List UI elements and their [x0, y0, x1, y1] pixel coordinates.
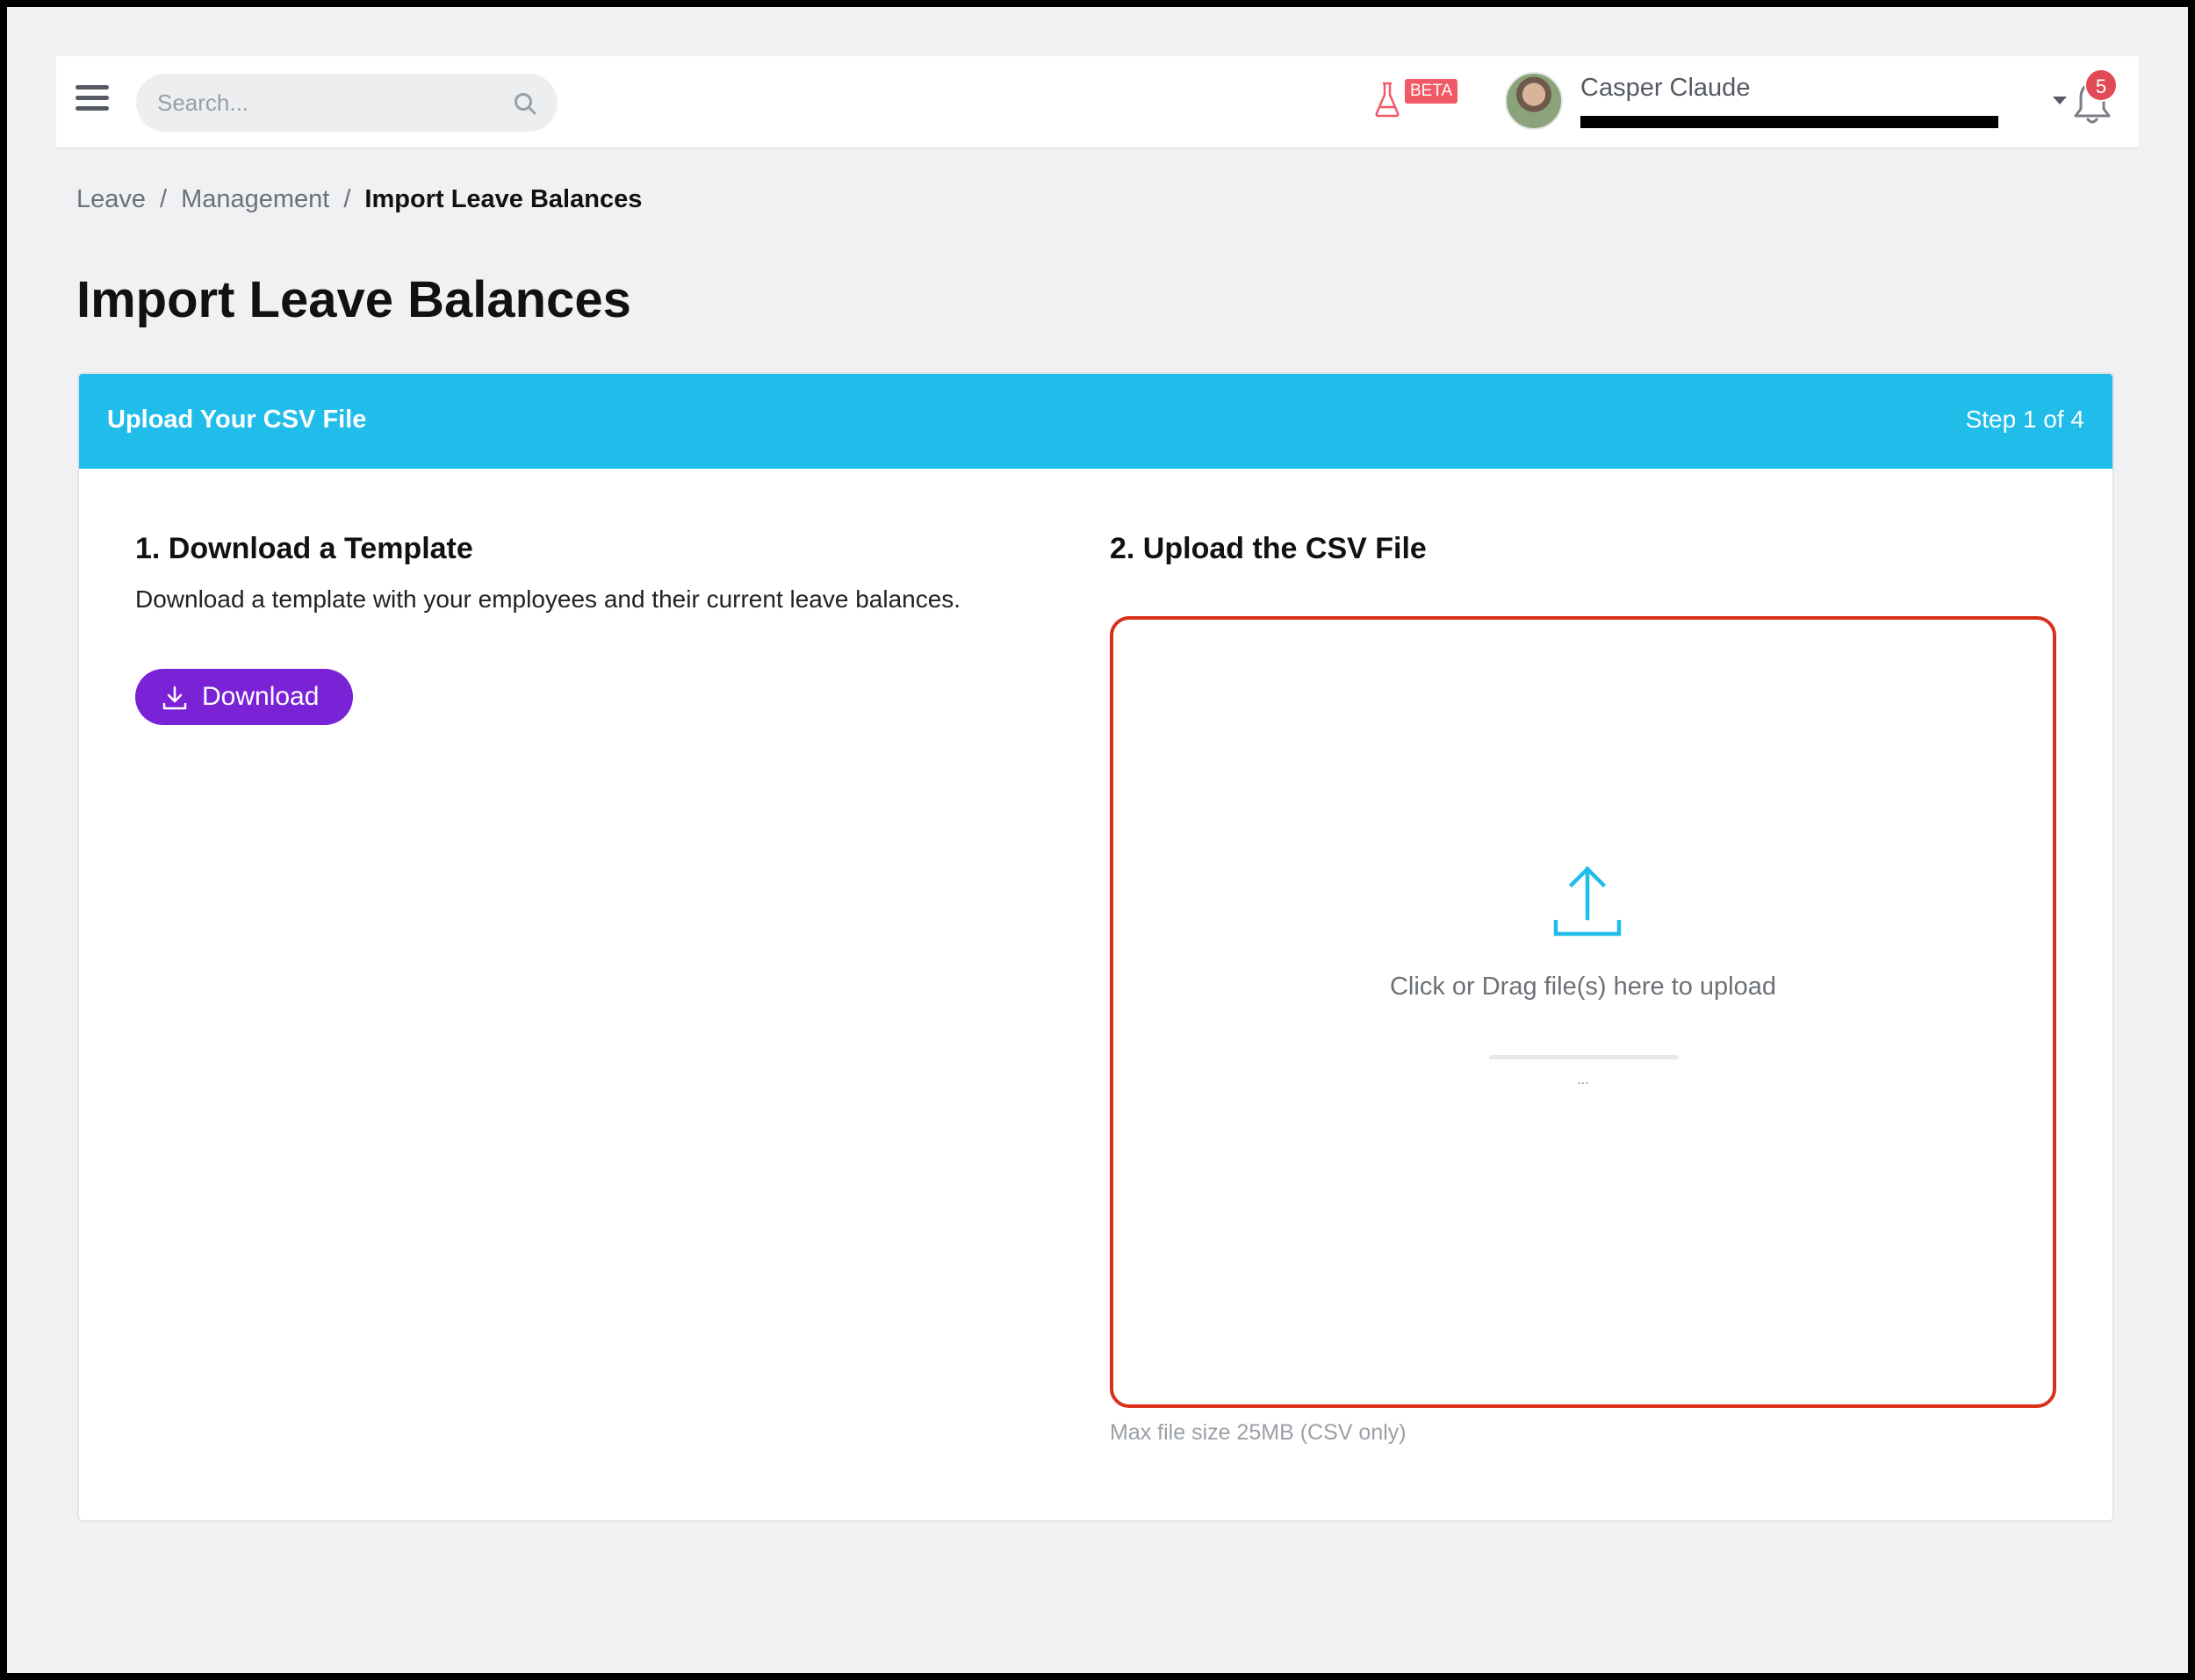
- search-icon[interactable]: [512, 90, 538, 117]
- avatar: [1505, 72, 1563, 130]
- search-input[interactable]: [157, 74, 491, 132]
- search-box[interactable]: [136, 74, 558, 132]
- breadcrumb-leave[interactable]: Leave: [76, 185, 146, 213]
- card-header: Upload Your CSV File Step 1 of 4: [79, 374, 2112, 469]
- download-button[interactable]: Download: [135, 669, 353, 725]
- upload-section-title: 2. Upload the CSV File: [1110, 532, 1427, 565]
- chevron-down-icon[interactable]: [2053, 97, 2067, 104]
- beta-badge: BETA: [1405, 79, 1458, 104]
- upload-icon: [1553, 865, 1622, 937]
- app-window: BETA Casper Claude 5 Leave / Management / Im…: [7, 7, 2188, 1673]
- beta-toggle[interactable]: BETA: [1373, 75, 1461, 119]
- breadcrumb-separator: /: [160, 185, 168, 213]
- notification-badge: 5: [2084, 68, 2118, 102]
- file-size-hint: Max file size 25MB (CSV only): [1110, 1420, 1407, 1445]
- menu-icon[interactable]: [76, 85, 109, 111]
- download-section-title: 1. Download a Template: [135, 532, 473, 565]
- import-card: Upload Your CSV File Step 1 of 4 1. Down…: [77, 372, 2114, 1522]
- download-description: Download a template with your employees …: [135, 585, 961, 613]
- breadcrumb-management[interactable]: Management: [181, 185, 329, 213]
- upload-progress-bar: [1489, 1055, 1679, 1059]
- file-dropzone[interactable]: Click or Drag file(s) here to upload ...: [1110, 616, 2056, 1408]
- top-bar: BETA Casper Claude 5: [56, 56, 2139, 149]
- download-button-label: Download: [202, 682, 320, 711]
- breadcrumb-separator: /: [343, 185, 351, 213]
- upload-status-dots: ...: [1577, 1073, 1589, 1088]
- download-icon: [162, 686, 187, 710]
- upload-section: 2. Upload the CSV File Click or Drag fil…: [1110, 532, 2067, 1445]
- breadcrumb: Leave / Management / Import Leave Balances: [76, 185, 642, 214]
- user-name: Casper Claude: [1580, 74, 1751, 102]
- card-header-title: Upload Your CSV File: [107, 406, 367, 434]
- dropzone-text: Click or Drag file(s) here to upload: [1389, 973, 1776, 1001]
- user-email-redacted: [1580, 116, 1998, 128]
- download-section: 1. Download a Template Download a templa…: [135, 532, 1066, 725]
- page-title: Import Leave Balances: [76, 271, 631, 328]
- breadcrumb-current: Import Leave Balances: [364, 185, 643, 213]
- flask-icon: [1375, 82, 1400, 118]
- step-indicator: Step 1 of 4: [1965, 406, 2084, 433]
- user-menu[interactable]: Casper Claude: [1505, 67, 2076, 137]
